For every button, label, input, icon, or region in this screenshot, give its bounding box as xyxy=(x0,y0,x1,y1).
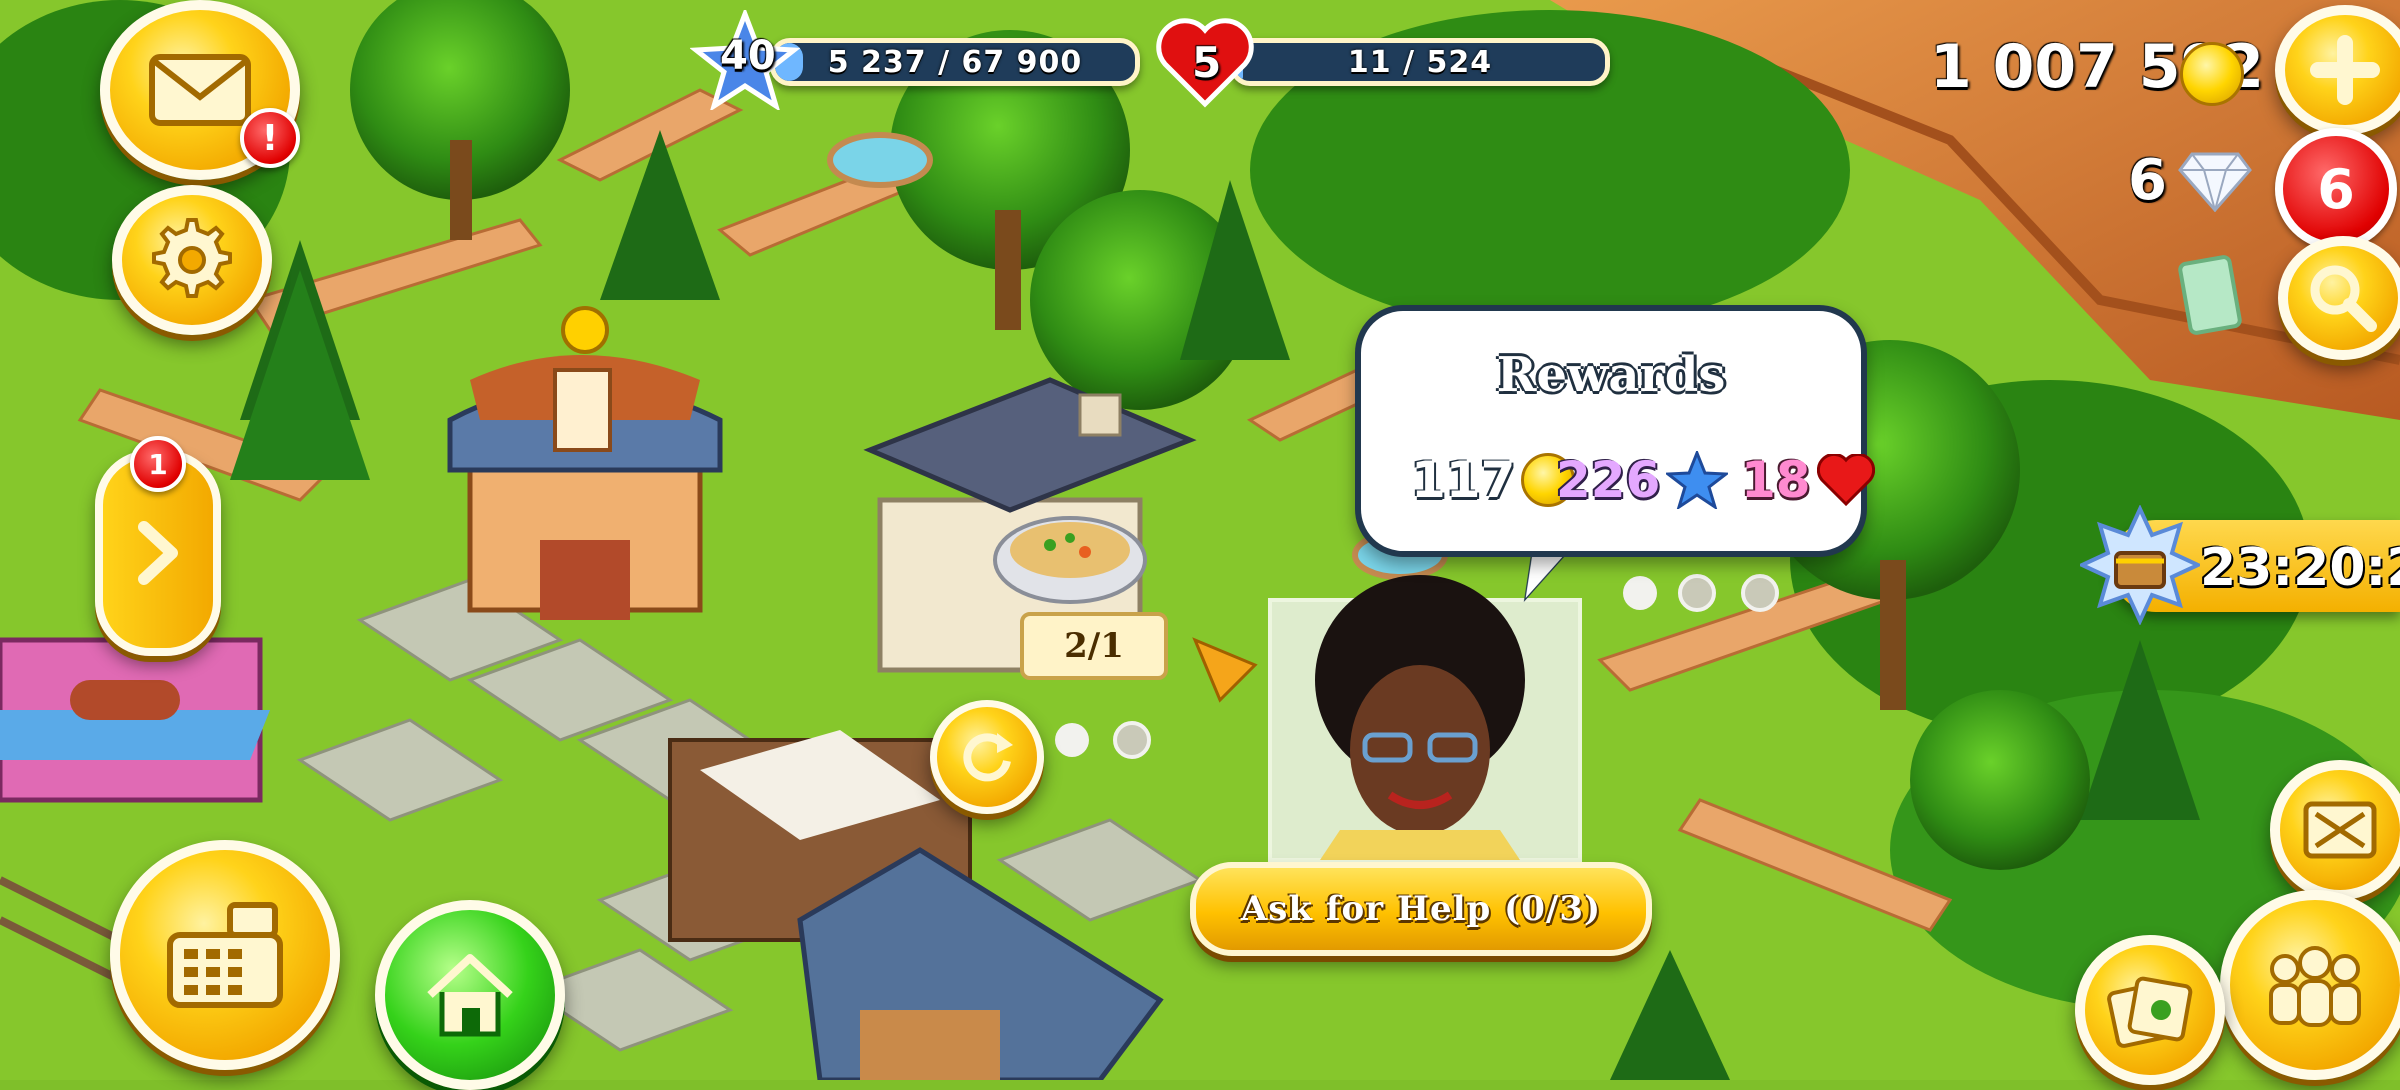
diamonds-amount: 6 xyxy=(2128,148,2167,213)
hearts-progress-text: 11 / 524 xyxy=(1347,44,1493,80)
rewards-popup: Rewards 117 226 18 xyxy=(1355,305,1875,557)
reward-hearts: 18 xyxy=(1741,451,1875,509)
mail-alert-badge: ! xyxy=(240,108,300,168)
friends-icon xyxy=(2269,946,2361,1027)
hearts-progress-bar: 11 / 524 xyxy=(1230,38,1610,86)
treasure-chest-icon xyxy=(2080,505,2200,625)
star-icon xyxy=(1666,451,1729,509)
xp-progress-bar: 5 237 / 67 900 xyxy=(770,38,1140,86)
mail-icon xyxy=(149,54,251,126)
diamond-badge[interactable]: 6 xyxy=(2275,128,2397,250)
magnifier-icon xyxy=(2310,265,2377,332)
home-button[interactable] xyxy=(375,900,565,1090)
stew-bowl-product xyxy=(993,516,1147,604)
cash-register-icon xyxy=(167,902,283,1008)
market-shop[interactable] xyxy=(0,637,270,803)
coin-icon xyxy=(2180,42,2244,106)
reward-hearts-value: 18 xyxy=(1741,451,1811,509)
roadside-shop-button[interactable] xyxy=(110,840,340,1070)
voucher-icon xyxy=(2178,255,2242,335)
diamond-icon xyxy=(2178,152,2252,212)
home-icon xyxy=(427,954,513,1037)
event-timer: 23:20:27 xyxy=(2200,538,2400,598)
refresh-icon xyxy=(963,733,1013,782)
cards-button[interactable] xyxy=(2075,935,2225,1085)
expand-icon xyxy=(2303,801,2377,859)
level-number: 40 xyxy=(720,33,776,79)
chevron-right-icon xyxy=(138,521,178,585)
expand-view-button[interactable] xyxy=(2270,760,2400,900)
reward-stars-value: 226 xyxy=(1556,451,1661,509)
friends-button[interactable] xyxy=(2220,890,2400,1080)
xp-progress-text: 5 237 / 67 900 xyxy=(827,44,1083,80)
settings-button[interactable] xyxy=(112,185,272,335)
gear-icon xyxy=(152,218,232,298)
customer-portrait xyxy=(1268,575,1582,862)
cards-icon xyxy=(2107,976,2193,1048)
refresh-order-button[interactable] xyxy=(930,700,1044,814)
search-button[interactable] xyxy=(2278,236,2400,360)
reward-coins-value: 117 xyxy=(1411,451,1516,509)
heart-icon xyxy=(1816,454,1875,506)
reward-coins: 117 xyxy=(1411,451,1576,509)
rewards-title: Rewards xyxy=(1496,347,1726,403)
plus-icon xyxy=(2310,35,2380,105)
order-count-label: 2/1 xyxy=(1020,612,1168,680)
ask-for-help-button[interactable]: Ask for Help (0/3) xyxy=(1190,862,1652,956)
side-panel-badge: 1 xyxy=(130,436,186,492)
hearts-level-number: 5 xyxy=(1192,38,1222,87)
reward-stars: 226 xyxy=(1556,451,1729,509)
